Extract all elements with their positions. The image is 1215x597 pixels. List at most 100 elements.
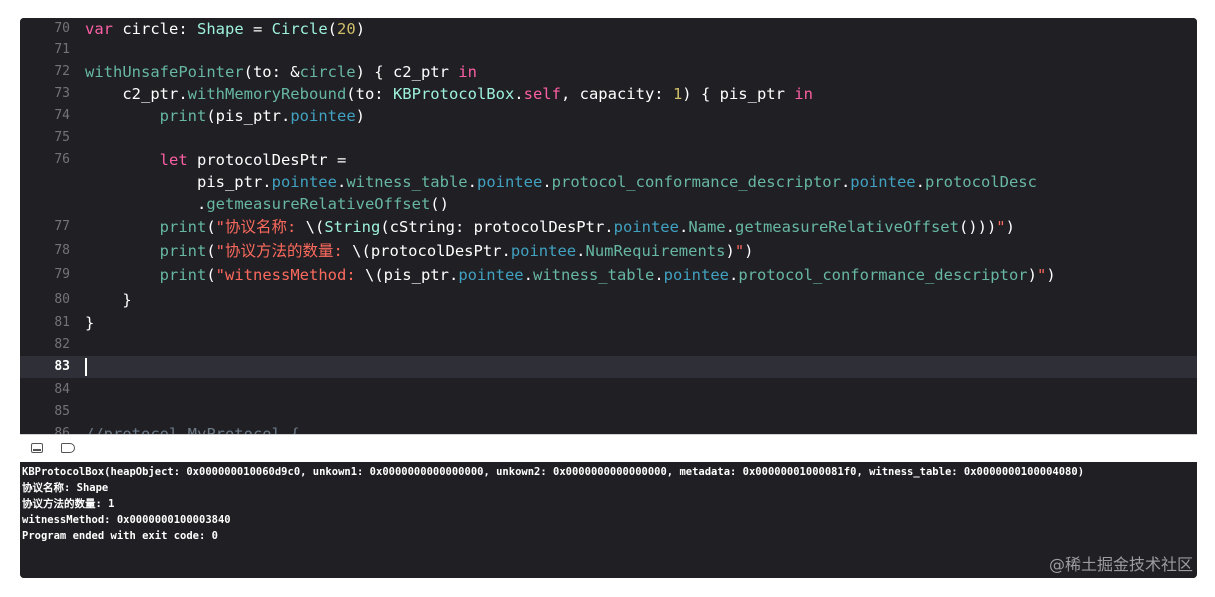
code-line[interactable]: 76 let protocolDesPtr = [20, 149, 1197, 171]
console-line: Program ended with exit code: 0 [22, 530, 218, 542]
code-token: \(pis_ptr. [364, 266, 459, 284]
code-token: pointee [663, 266, 729, 284]
code-token: . [523, 266, 533, 284]
code-token: withMemoryRebound [187, 85, 347, 103]
line-number: 77 [54, 219, 70, 234]
code-token: pointee [290, 107, 356, 125]
code-token: ( [327, 20, 338, 38]
code-token: pointee [458, 266, 524, 284]
code-text: var circle: Shape = Circle(20) [85, 18, 365, 40]
line-number: 76 [54, 152, 70, 167]
code-token: protocolDesc [924, 173, 1037, 191]
line-number: 72 [54, 64, 70, 79]
code-token: ) [1027, 266, 1037, 284]
text-cursor [85, 358, 87, 376]
code-text: } [85, 312, 94, 334]
debug-bar [20, 434, 1197, 463]
line-number: 80 [54, 292, 70, 307]
code-token: ) [744, 242, 754, 260]
code-token: pis_ptr. [85, 173, 272, 191]
code-text: print("witnessMethod: \(pis_ptr.pointee.… [85, 264, 1056, 286]
code-line[interactable]: 85 [20, 401, 1197, 423]
code-token: ) [355, 20, 366, 38]
code-line[interactable]: 71 [20, 39, 1197, 61]
code-token: ) { c2_ptr [355, 63, 459, 81]
line-number: 85 [54, 404, 70, 419]
code-token: . [728, 266, 739, 284]
code-line[interactable]: 83 [20, 356, 1197, 378]
code-token: . [654, 266, 664, 284]
code-text: .getmeasureRelativeOffset() [85, 193, 449, 215]
code-token: 1 [672, 85, 683, 103]
watermark: @稀土掘金技术社区 [1048, 555, 1193, 574]
code-token: print [159, 107, 207, 125]
code-line[interactable]: 86 //protocol MyProtocol { [20, 423, 1197, 434]
code-token: protocol_conformance_descriptor [551, 173, 841, 191]
breakpoint-icon[interactable] [61, 443, 75, 453]
code-token: . [725, 218, 735, 236]
code-line[interactable]: pis_ptr.pointee.witness_table.pointee.pr… [20, 171, 1197, 193]
line-number: 75 [54, 130, 70, 145]
line-number: 70 [54, 21, 70, 36]
code-token: in [794, 85, 813, 103]
code-token: " [734, 242, 745, 260]
code-token: ) [1005, 218, 1015, 236]
xcode-window: 70 var circle: Shape = Circle(20) 71 72 with… [20, 18, 1197, 578]
code-line[interactable]: 74 print(pis_ptr.pointee) [20, 105, 1197, 127]
code-token: protocol_conformance_descriptor [738, 266, 1028, 284]
code-token: pointee [510, 242, 577, 260]
code-line[interactable]: 84 [20, 379, 1197, 401]
code-line[interactable]: 72 withUnsafePointer(to: &circle) { c2_pt… [20, 61, 1197, 83]
code-token: var [85, 20, 113, 38]
code-line[interactable]: 79 print("witnessMethod: \(pis_ptr.point… [20, 264, 1197, 286]
code-token: = [243, 20, 272, 38]
code-line[interactable]: 80 } [20, 289, 1197, 311]
code-token: String [324, 218, 381, 236]
code-line[interactable]: 70 var circle: Shape = Circle(20) [20, 18, 1197, 40]
code-token: . [336, 173, 347, 191]
code-token: 20 [337, 20, 356, 38]
code-line[interactable]: .getmeasureRelativeOffset() [20, 193, 1197, 215]
code-line[interactable]: 78 print("协议方法的数量: \(protocolDesPtr.poin… [20, 240, 1197, 262]
code-line[interactable]: 81} [20, 312, 1197, 334]
line-number: 73 [54, 86, 70, 101]
code-line[interactable]: 73 c2_ptr.withMemoryRebound(to: KBProtoc… [20, 83, 1197, 105]
code-token: print [159, 266, 207, 284]
code-token: witness_table [532, 266, 655, 284]
code-token: let [159, 151, 188, 169]
code-token: "协议名称: [215, 218, 306, 236]
console-output[interactable]: KBProtocolBox(heapObject: 0x000000010060… [20, 462, 1197, 578]
code-line[interactable]: 82 [20, 334, 1197, 356]
code-token: protocolDesPtr = [187, 151, 347, 169]
line-number: 82 [54, 337, 70, 352]
code-token: ) [355, 107, 365, 125]
code-token: ( [206, 266, 216, 284]
code-token: getmeasureRelativeOffset [206, 195, 431, 213]
code-token: KBProtocolBox [392, 85, 515, 103]
code-token: } [85, 314, 95, 332]
code-token: . [85, 195, 207, 213]
code-line[interactable]: 75 [20, 127, 1197, 149]
line-number: 74 [54, 108, 70, 123]
code-token: in [458, 63, 477, 81]
code-token: pointee [476, 173, 543, 191]
code-editor[interactable]: 70 var circle: Shape = Circle(20) 71 72 with… [20, 18, 1197, 434]
code-token: . [542, 173, 552, 191]
code-token: . [514, 85, 524, 103]
code-token: Name [688, 218, 726, 236]
code-token: " [996, 218, 1006, 236]
code-line[interactable]: 77 print("协议名称: \(String(cString: protoc… [20, 216, 1197, 238]
hide-debug-area-icon[interactable] [31, 443, 43, 453]
console-line: 协议名称: Shape [22, 482, 109, 494]
code-token: NumRequirements [585, 242, 726, 260]
code-token: Shape [197, 20, 244, 38]
code-text: let protocolDesPtr = [85, 149, 347, 171]
code-token: } [85, 291, 132, 309]
code-token: (pis_ptr. [206, 107, 291, 125]
code-token: \(protocolDesPtr. [352, 242, 511, 260]
code-token: ())) [958, 218, 997, 236]
code-token: getmeasureRelativeOffset [734, 218, 959, 236]
code-token: . [467, 173, 477, 191]
